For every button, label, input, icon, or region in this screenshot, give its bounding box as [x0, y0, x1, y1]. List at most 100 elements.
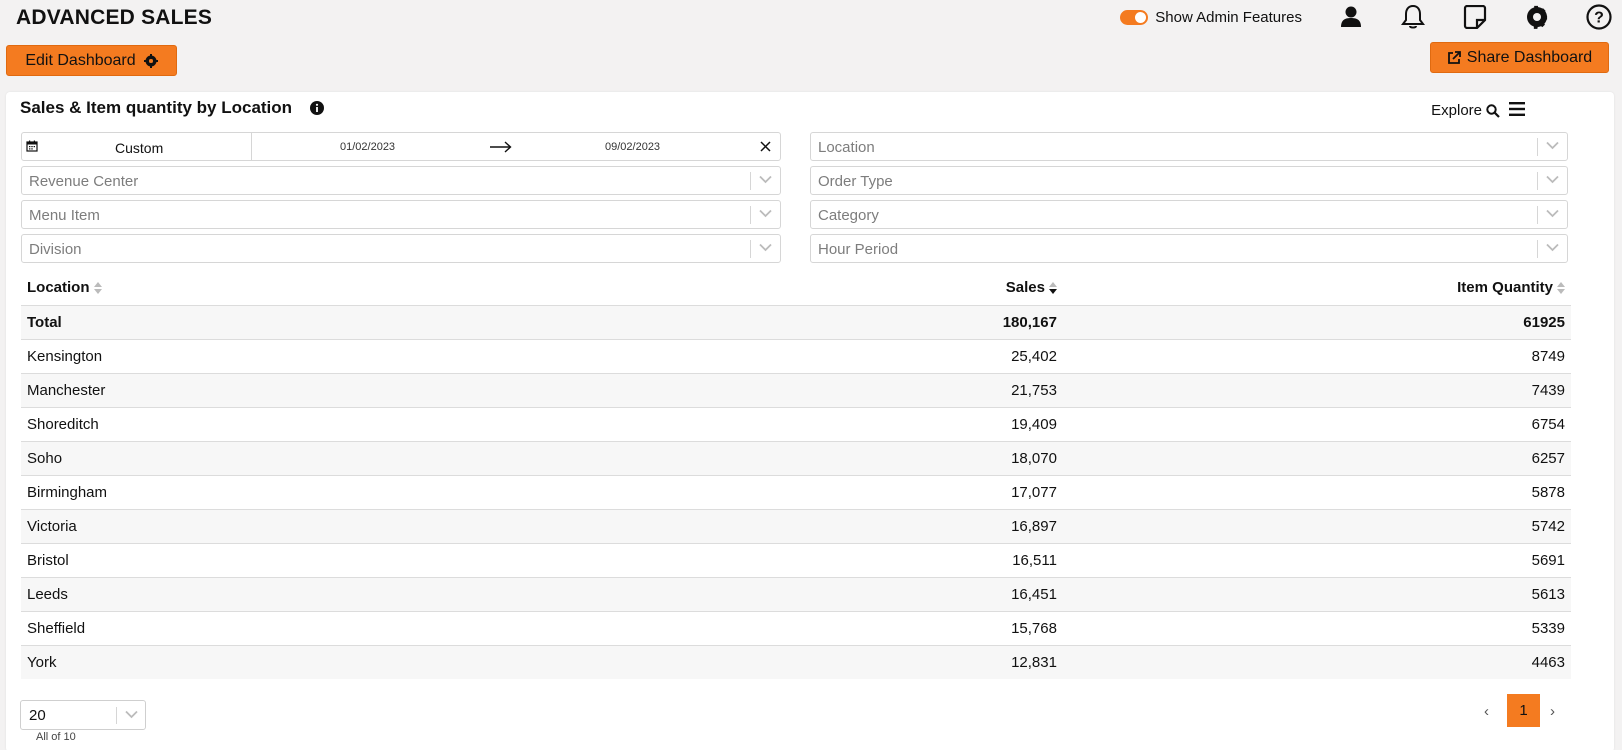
pagination-summary: All of 10: [36, 731, 76, 743]
location-filter-placeholder: Location: [818, 139, 875, 156]
column-header-label: Sales: [1005, 278, 1045, 296]
svg-text:?: ?: [1594, 10, 1604, 27]
table-row: Leeds 16,451 5613: [21, 577, 1571, 612]
date-divider: [251, 133, 252, 160]
revenue-center-filter[interactable]: Revenue Center: [21, 166, 781, 195]
date-to[interactable]: 09/02/2023: [605, 141, 660, 153]
hour-period-filter[interactable]: Hour Period: [810, 234, 1568, 263]
arrow-right-icon: [490, 141, 512, 153]
date-from[interactable]: 01/02/2023: [340, 141, 395, 153]
revenue-center-placeholder: Revenue Center: [29, 173, 139, 190]
explore-button[interactable]: Explore: [1431, 102, 1500, 119]
help-icon[interactable]: ?: [1586, 4, 1612, 30]
page-size-select[interactable]: 20: [20, 700, 146, 730]
table-row: Victoria 16,897 5742: [21, 509, 1571, 544]
column-header-item-quantity[interactable]: Item Quantity: [1062, 270, 1571, 306]
page-size-value: 20: [29, 707, 46, 724]
cell-location: Victoria: [21, 509, 997, 544]
cell-sales: 18,070: [996, 441, 1063, 476]
cell-location: Soho: [21, 441, 997, 476]
card-title-text: Sales & Item quantity by Location: [20, 98, 293, 117]
cell-item-quantity: 5742: [1062, 509, 1571, 544]
division-placeholder: Division: [29, 241, 82, 258]
table-row: Shoreditch 19,409 6754: [21, 407, 1571, 442]
cell-sales: 21,753: [996, 373, 1063, 408]
menu-item-filter[interactable]: Menu Item: [21, 200, 781, 229]
external-link-icon: [1447, 50, 1461, 64]
order-type-filter[interactable]: Order Type: [810, 166, 1568, 195]
chevron-down-icon: [1546, 141, 1559, 150]
column-header-sales[interactable]: Sales: [996, 270, 1063, 306]
sort-icon: [93, 281, 102, 294]
table-row: Birmingham 17,077 5878: [21, 475, 1571, 510]
table-row: Soho 18,070 6257: [21, 441, 1571, 476]
share-dashboard-label: Share Dashboard: [1466, 48, 1593, 66]
select-divider: [1537, 206, 1538, 224]
calendar-icon: [26, 140, 38, 152]
info-icon[interactable]: [310, 101, 325, 115]
select-divider: [1537, 172, 1538, 190]
close-icon[interactable]: [760, 141, 771, 152]
edit-dashboard-button[interactable]: Edit Dashboard: [6, 45, 177, 76]
admin-features-toggle[interactable]: [1120, 9, 1149, 25]
date-preset[interactable]: Custom: [115, 140, 163, 156]
hamburger-menu-icon[interactable]: [1509, 102, 1525, 116]
sort-desc-icon: [1048, 281, 1057, 294]
location-filter[interactable]: Location: [810, 132, 1568, 161]
cell-item-quantity: 5878: [1062, 475, 1571, 510]
next-page-button[interactable]: ›: [1550, 703, 1555, 720]
cell-sales: 19,409: [996, 407, 1063, 442]
column-header-location[interactable]: Location: [21, 270, 997, 306]
cell-location: Birmingham: [21, 475, 997, 510]
category-filter[interactable]: Category: [810, 200, 1568, 229]
note-icon[interactable]: [1462, 4, 1488, 30]
table-header-row: Location Sales Item Quantity: [21, 270, 1571, 306]
gear-icon[interactable]: [1524, 4, 1550, 30]
chevron-down-icon: [1546, 243, 1559, 252]
search-icon: [1486, 103, 1500, 118]
share-dashboard-button[interactable]: Share Dashboard: [1430, 42, 1609, 73]
cell-sales: 15,768: [996, 611, 1063, 646]
cell-location: Total: [21, 305, 997, 340]
cell-item-quantity: 61925: [1062, 305, 1571, 340]
cell-sales: 180,167: [996, 305, 1063, 340]
cell-item-quantity: 5613: [1062, 577, 1571, 612]
hour-period-placeholder: Hour Period: [818, 241, 899, 258]
chevron-down-icon: [1546, 209, 1559, 218]
table-row: Manchester 21,753 7439: [21, 373, 1571, 408]
column-header-label: Location: [27, 278, 90, 296]
admin-features-label: Show Admin Features: [1155, 8, 1302, 26]
chevron-down-icon: [759, 209, 772, 218]
card-title: Sales & Item quantity by Location: [20, 98, 325, 118]
select-divider: [1537, 240, 1538, 258]
bell-icon[interactable]: [1400, 4, 1426, 30]
table-row: York 12,831 4463: [21, 645, 1571, 679]
cell-item-quantity: 4463: [1062, 645, 1571, 679]
prev-page-button[interactable]: ‹: [1484, 703, 1489, 720]
edit-dashboard-label: Edit Dashboard: [25, 51, 136, 69]
cell-location: Leeds: [21, 577, 997, 612]
cell-item-quantity: 6754: [1062, 407, 1571, 442]
cell-location: Kensington: [21, 339, 997, 374]
user-icon[interactable]: [1338, 4, 1364, 30]
top-toolbar: Show Admin Features ?: [1120, 0, 1622, 34]
explore-label: Explore: [1431, 102, 1482, 119]
cell-item-quantity: 8749: [1062, 339, 1571, 374]
cell-location: Shoreditch: [21, 407, 997, 442]
cell-location: York: [21, 645, 997, 679]
date-range-filter[interactable]: Custom 01/02/2023 09/02/2023: [21, 132, 781, 161]
division-filter[interactable]: Division: [21, 234, 781, 263]
cell-sales: 17,077: [996, 475, 1063, 510]
cell-item-quantity: 7439: [1062, 373, 1571, 408]
cell-item-quantity: 5339: [1062, 611, 1571, 646]
table-row: Sheffield 15,768 5339: [21, 611, 1571, 646]
menu-item-placeholder: Menu Item: [29, 207, 100, 224]
current-page-button[interactable]: 1: [1507, 694, 1540, 727]
app-title: ADVANCED SALES: [16, 6, 213, 29]
cell-sales: 16,451: [996, 577, 1063, 612]
chevron-down-icon: [125, 710, 138, 719]
column-header-label: Item Quantity: [1457, 278, 1553, 296]
cell-location: Manchester: [21, 373, 997, 408]
select-divider: [750, 206, 751, 224]
select-divider: [116, 707, 117, 724]
